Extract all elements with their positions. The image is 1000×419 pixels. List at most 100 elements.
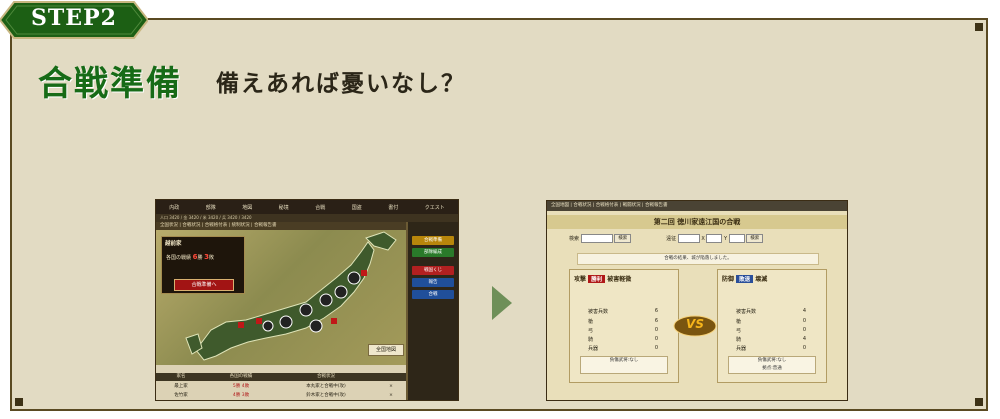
stat-label: 被害兵数 xyxy=(588,309,609,315)
stat-row: 兵器 0 xyxy=(736,345,806,352)
house-name: 越前家 xyxy=(165,241,182,247)
stat-row: 被害兵数 6 xyxy=(588,308,658,315)
row-status: 本丸家と合戦中(攻) xyxy=(306,384,346,389)
nav-item: クエスト xyxy=(424,204,445,211)
report-nav: 全国地図 | 合戦状況 | 合戦格付表 | 戦闘状況 | 合戦報告書 xyxy=(547,201,847,211)
nav-item: 書付 xyxy=(388,204,399,211)
resource-bar: 人口 3420 / 金 3420 / 米 3420 / 兵 3420 / 342… xyxy=(156,214,458,222)
battle-table-header: 家名 各国の戦績 合戦状況 xyxy=(156,373,406,381)
stat-row: 騎0 xyxy=(588,336,658,343)
stat-row: 槍0 xyxy=(736,318,806,325)
stat-row: 弓0 xyxy=(736,327,806,334)
row-record: 5勝 4敗 xyxy=(232,384,250,389)
stat-row: 槍6 xyxy=(588,318,658,325)
side-button[interactable]: 戦国くじ xyxy=(412,266,454,275)
nav-item: 秘境 xyxy=(278,204,289,211)
x-label: X xyxy=(701,236,705,242)
attack-footer: 負傷武将:なし xyxy=(580,356,668,374)
side-button[interactable]: 報告 xyxy=(412,278,454,287)
defense-side: 防御 敗退 壊滅 被害兵数 4 槍0 弓0 騎4 兵器 0 負傷武将:なし 拠点:普… xyxy=(717,269,827,383)
stat-label: 兵器 xyxy=(588,346,599,352)
house-record: 各国の戦績 6勝 3敗 xyxy=(166,253,214,261)
report-search: 検索 検索 遠征 X Y 検索 xyxy=(569,234,764,244)
column-record: 各国の戦績 xyxy=(229,374,253,379)
stat-label: 弓 xyxy=(588,328,594,334)
row-mark: × xyxy=(389,393,393,398)
stat-row: 兵器 0 xyxy=(588,345,658,352)
row-house: 佐竹家 xyxy=(174,393,188,398)
stat-label: 騎 xyxy=(736,337,742,343)
side-button[interactable]: 合戦準備 xyxy=(412,236,454,245)
panel-corner-bottom-right xyxy=(975,398,983,406)
y-label: Y xyxy=(724,236,728,242)
record-wins: 6 xyxy=(192,253,198,261)
stat-row: 被害兵数 4 xyxy=(736,308,806,315)
stat-label: 騎 xyxy=(588,337,594,343)
record-losses: 3 xyxy=(204,253,209,261)
next-arrow-icon xyxy=(492,286,512,320)
step-badge: STEP2 xyxy=(0,0,150,40)
stat-value: 0 xyxy=(654,345,658,351)
stat-value: 0 xyxy=(802,345,806,351)
nav-item: 内政 xyxy=(169,204,180,211)
attack-result-badge: 勝利 xyxy=(588,275,606,283)
coord-search-button[interactable]: 検索 xyxy=(746,234,764,243)
attack-side: 攻撃 勝利 被害軽微 被害兵数 6 槍6 弓0 騎0 兵器 0 負傷武将:なし xyxy=(569,269,679,383)
stat-value: 6 xyxy=(654,318,658,324)
page-subtitle: 備えあれば憂いなし？ xyxy=(216,70,466,97)
battle-report-screenshot: 全国地図 | 合戦状況 | 合戦格付表 | 戦闘状況 | 合戦報告書 第二回 徳… xyxy=(546,200,848,401)
defense-title: 防御 xyxy=(722,276,735,283)
row-record: 4勝 3敗 xyxy=(232,393,250,398)
game-nav-bar: 内政 部隊 地図 秘境 合戦 国盗 書付 クエスト xyxy=(156,200,458,214)
stat-label: 槍 xyxy=(736,319,742,325)
japan-map-button[interactable]: 全国地図 xyxy=(368,344,404,356)
stat-value: 0 xyxy=(654,336,658,342)
nav-item: 合戦 xyxy=(315,204,326,211)
column-status: 合戦状況 xyxy=(317,374,335,379)
y-input[interactable] xyxy=(728,234,745,243)
defense-header: 防御 敗退 壊滅 xyxy=(722,274,767,283)
stat-value: 0 xyxy=(802,318,806,324)
vs-badge: VS xyxy=(673,315,717,337)
table-row: 最上家 5勝 4敗 本丸家と合戦中(攻) × xyxy=(156,382,406,391)
x-input[interactable] xyxy=(706,234,723,243)
expedition-label: 遠征 xyxy=(666,236,677,242)
row-house: 最上家 xyxy=(174,384,188,389)
stat-row: 騎4 xyxy=(736,336,806,343)
step-label: STEP2 xyxy=(31,5,117,31)
side-button[interactable]: 部隊編成 xyxy=(412,248,454,257)
battle-breadcrumb: 全国状況 | 合戦状況 | 合戦格付表 | 統制状況 | 合戦報告書 xyxy=(156,222,406,230)
stat-value: 0 xyxy=(654,327,658,333)
attack-injured: 負傷武将:なし xyxy=(609,358,639,363)
stat-value: 6 xyxy=(654,308,658,314)
house-info-box: 越前家 各国の戦績 6勝 3敗 合戦準備へ xyxy=(161,236,245,294)
search-label: 検索 xyxy=(569,236,580,242)
game-side-panel: 合戦準備 部隊編成 戦国くじ 報告 合戦 xyxy=(408,222,458,400)
row-status: 鈴木家と合戦中(攻) xyxy=(306,393,346,398)
panel-corner-bottom-left xyxy=(15,398,23,406)
defense-note: 壊滅 xyxy=(755,276,768,283)
report-title: 第二回 徳川家遠江国の合戦 xyxy=(547,215,847,229)
search-button[interactable]: 検索 xyxy=(614,234,632,243)
nav-item: 地図 xyxy=(242,204,253,211)
stat-label: 弓 xyxy=(736,328,742,334)
stat-value: 4 xyxy=(802,336,806,342)
defense-result-badge: 敗退 xyxy=(736,275,754,283)
report-message: 合戦の結果、城が陥落しました。 xyxy=(577,253,819,265)
nav-item: 国盗 xyxy=(351,204,362,211)
battle-table: 家名 各国の戦績 合戦状況 最上家 5勝 4敗 本丸家と合戦中(攻) × 佐竹家… xyxy=(156,365,406,400)
stat-row: 弓0 xyxy=(588,327,658,334)
expedition-input[interactable] xyxy=(677,234,700,243)
stat-value: 0 xyxy=(802,327,806,333)
map-screenshot: 内政 部隊 地図 秘境 合戦 国盗 書付 クエスト 人口 3420 / 金 34… xyxy=(155,199,459,401)
stat-value: 4 xyxy=(802,308,806,314)
search-input[interactable] xyxy=(580,234,613,243)
page-title: 合戦準備 xyxy=(38,64,182,104)
side-button[interactable]: 合戦 xyxy=(412,290,454,299)
prepare-battle-button[interactable]: 合戦準備へ xyxy=(174,279,234,291)
attack-title: 攻撃 xyxy=(574,276,587,283)
record-label: 各国の戦績 xyxy=(166,255,192,261)
row-mark: × xyxy=(389,384,393,389)
attack-header: 攻撃 勝利 被害軽微 xyxy=(574,274,631,283)
table-row: 佐竹家 4勝 3敗 鈴木家と合戦中(攻) × xyxy=(156,391,406,400)
